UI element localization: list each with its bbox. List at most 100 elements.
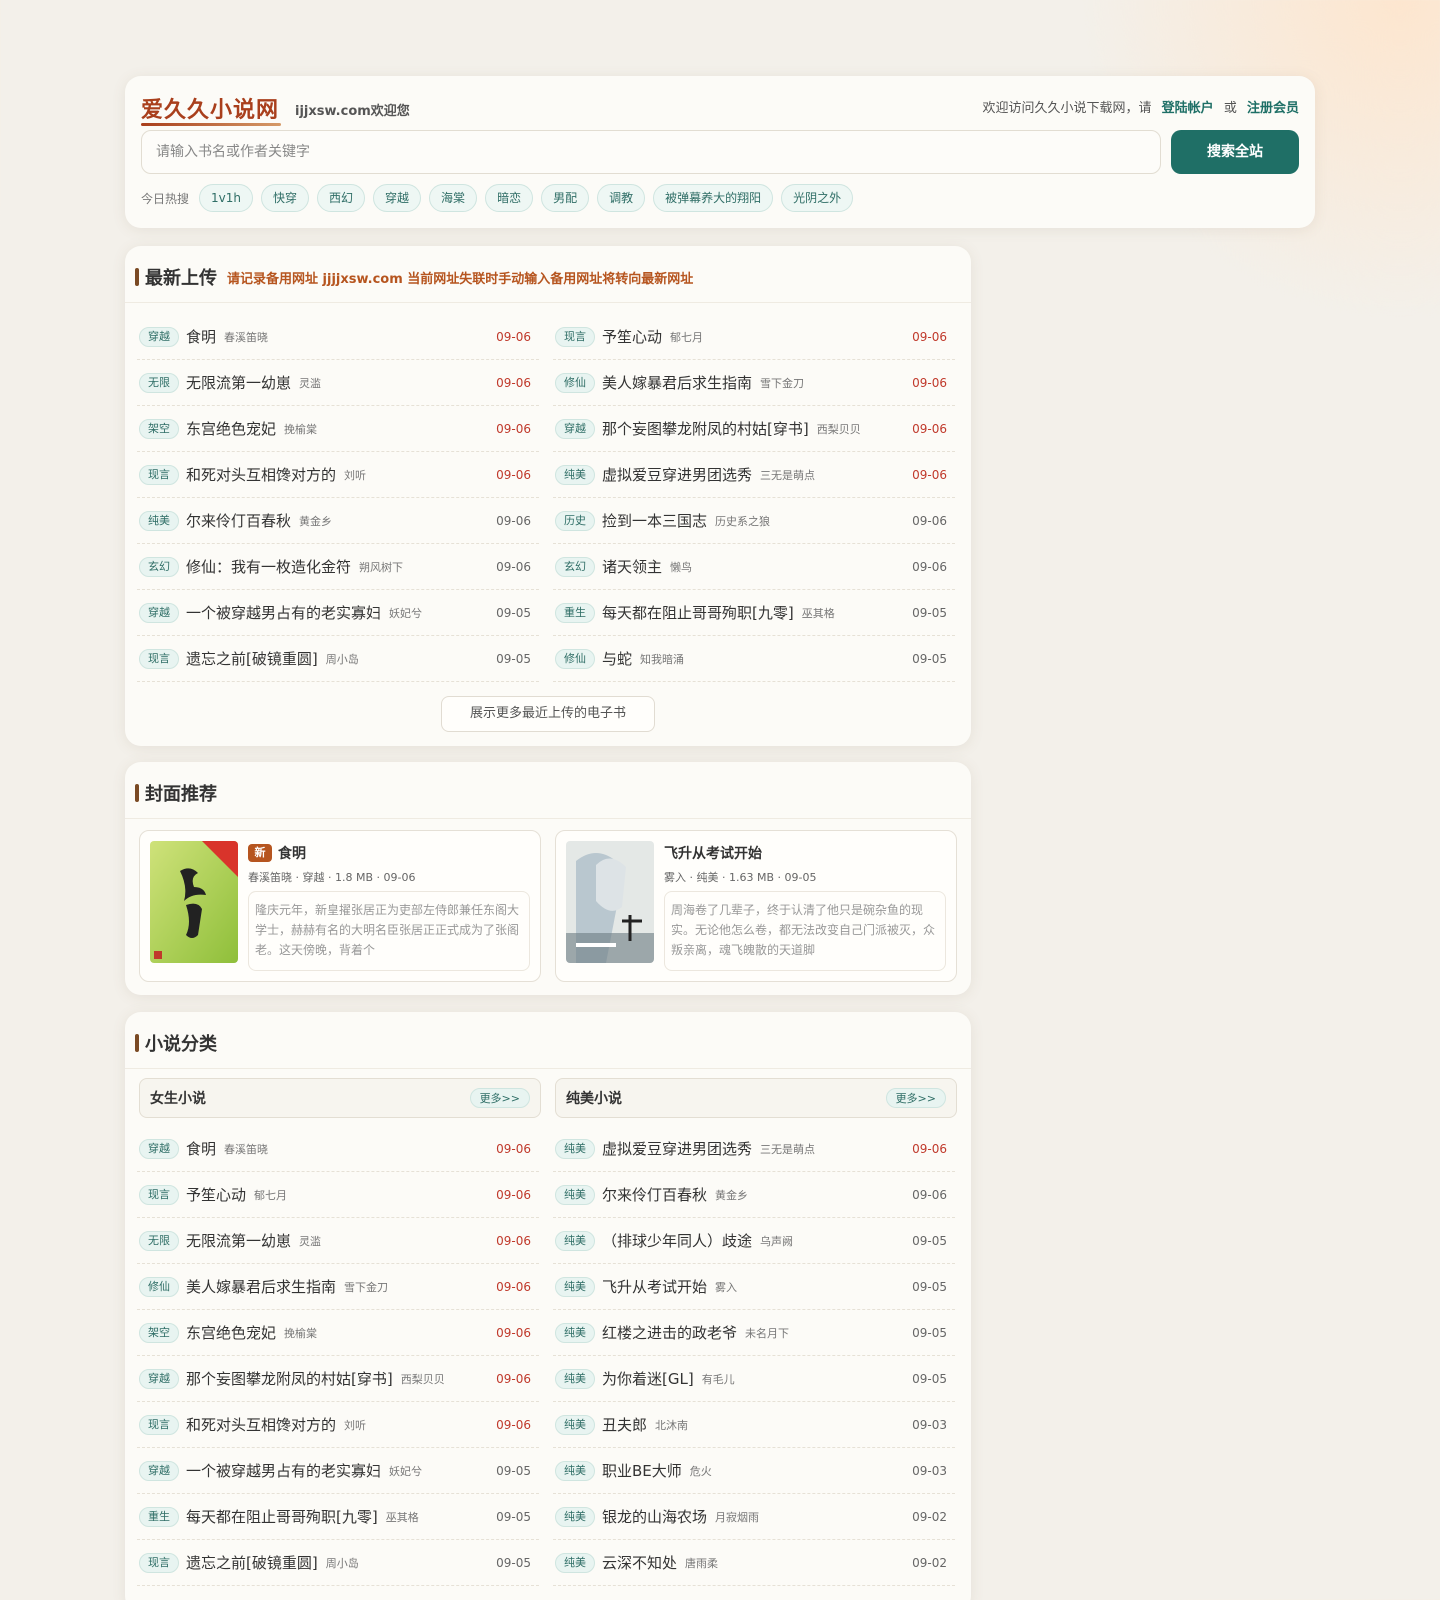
book-title-link[interactable]: 捡到一本三国志	[602, 510, 707, 531]
book-author[interactable]: 黄金乡	[715, 1187, 748, 1203]
genre-tag[interactable]: 穿越	[139, 602, 179, 623]
book-row[interactable]: 现言 和死对头互相馋对方的 刘听 09-06	[137, 452, 539, 498]
book-author[interactable]: 挽榆棠	[284, 421, 317, 437]
genre-tag[interactable]: 纯美	[555, 1230, 595, 1251]
login-link[interactable]: 登陆帐户	[1162, 101, 1214, 116]
book-row[interactable]: 现言 遗忘之前[破镜重圆] 周小岛 09-05	[137, 636, 539, 682]
book-row[interactable]: 纯美 飞升从考试开始 雾入 09-05	[553, 1264, 955, 1310]
search-button[interactable]: 搜索全站	[1171, 130, 1299, 174]
book-row[interactable]: 纯美 尔来伶仃百春秋 黄金乡 09-06	[137, 498, 539, 544]
book-title-link[interactable]: 诸天领主	[602, 556, 662, 577]
genre-tag[interactable]: 穿越	[139, 1368, 179, 1389]
book-title-link[interactable]: 无限流第一幼崽	[186, 1230, 291, 1251]
book-cover-image[interactable]	[150, 841, 238, 963]
genre-tag[interactable]: 架空	[139, 418, 179, 439]
book-row[interactable]: 现言 和死对头互相馋对方的 刘听 09-06	[137, 1402, 539, 1448]
book-author[interactable]: 懒鸟	[670, 559, 692, 575]
book-row[interactable]: 纯美 职业BE大师 危火 09-03	[553, 1448, 955, 1494]
book-author[interactable]: 唐雨柔	[685, 1555, 718, 1571]
hot-search-tag[interactable]: 1v1h	[199, 184, 253, 212]
genre-tag[interactable]: 玄幻	[555, 556, 595, 577]
book-row[interactable]: 架空 东宫绝色宠妃 挽榆棠 09-06	[137, 406, 539, 452]
genre-tag[interactable]: 纯美	[555, 1368, 595, 1389]
genre-tag[interactable]: 无限	[139, 1230, 179, 1251]
genre-tag[interactable]: 现言	[139, 648, 179, 669]
book-author[interactable]: 周小岛	[326, 651, 359, 667]
genre-tag[interactable]: 重生	[555, 602, 595, 623]
book-author[interactable]: 灵滥	[299, 375, 321, 391]
book-row[interactable]: 纯美 银龙的山海农场 月寂烟雨 09-02	[553, 1494, 955, 1540]
book-title-link[interactable]: 飞升从考试开始	[602, 1276, 707, 1297]
book-author[interactable]: 妖妃兮	[389, 1463, 422, 1479]
book-author[interactable]: 刘听	[344, 1417, 366, 1433]
book-author[interactable]: 知我暗涌	[640, 651, 684, 667]
book-row[interactable]: 重生 每天都在阻止哥哥殉职[九零] 巫其格 09-05	[137, 1494, 539, 1540]
book-title-link[interactable]: 那个妄图攀龙附凤的村姑[穿书]	[602, 418, 809, 439]
genre-tag[interactable]: 纯美	[555, 1506, 595, 1527]
book-author[interactable]: 雪下金刀	[760, 375, 804, 391]
book-author[interactable]: 月寂烟雨	[715, 1509, 759, 1525]
hot-search-tag[interactable]: 暗恋	[485, 184, 534, 212]
genre-tag[interactable]: 现言	[555, 326, 595, 347]
book-title-link[interactable]: 一个被穿越男占有的老实寡妇	[186, 602, 381, 623]
cover-card[interactable]: 新 食明 春溪笛晓 · 穿越 · 1.8 MB · 09-06 隆庆元年，新皇擢…	[139, 830, 541, 982]
hot-search-tag[interactable]: 穿越	[373, 184, 422, 212]
hot-search-tag[interactable]: 快穿	[261, 184, 310, 212]
book-author[interactable]: 西梨贝贝	[401, 1371, 445, 1387]
book-author[interactable]: 有毛儿	[702, 1371, 735, 1387]
book-title-link[interactable]: 每天都在阻止哥哥殉职[九零]	[602, 602, 794, 623]
genre-tag[interactable]: 纯美	[555, 1414, 595, 1435]
book-title-link[interactable]: 予笙心动	[602, 326, 662, 347]
book-author[interactable]: 北沐南	[655, 1417, 688, 1433]
book-row[interactable]: 玄幻 诸天领主 懒鸟 09-06	[553, 544, 955, 590]
hot-search-tag[interactable]: 西幻	[317, 184, 366, 212]
genre-tag[interactable]: 穿越	[139, 1138, 179, 1159]
book-title-link[interactable]: 丑夫郎	[602, 1414, 647, 1435]
cover-book-title[interactable]: 飞升从考试开始	[664, 843, 762, 863]
book-row[interactable]: 纯美 （排球少年同人）歧途 乌声阙 09-05	[553, 1218, 955, 1264]
book-row[interactable]: 纯美 尔来伶仃百春秋 黄金乡 09-06	[553, 1172, 955, 1218]
genre-tag[interactable]: 历史	[555, 510, 595, 531]
book-author[interactable]: 郁七月	[670, 329, 703, 345]
genre-tag[interactable]: 修仙	[555, 648, 595, 669]
genre-tag[interactable]: 纯美	[555, 1276, 595, 1297]
genre-tag[interactable]: 重生	[139, 1506, 179, 1527]
book-title-link[interactable]: 和死对头互相馋对方的	[186, 464, 336, 485]
book-row[interactable]: 历史 捡到一本三国志 历史系之狼 09-06	[553, 498, 955, 544]
book-title-link[interactable]: 食明	[186, 1138, 216, 1159]
genre-tag[interactable]: 纯美	[555, 1552, 595, 1573]
book-title-link[interactable]: 尔来伶仃百春秋	[602, 1184, 707, 1205]
book-title-link[interactable]: 东宫绝色宠妃	[186, 1322, 276, 1343]
hot-search-tag[interactable]: 男配	[541, 184, 590, 212]
book-author[interactable]: 巫其格	[802, 605, 835, 621]
genre-tag[interactable]: 无限	[139, 372, 179, 393]
book-row[interactable]: 纯美 虚拟爱豆穿进男团选秀 三无是萌点 09-06	[553, 452, 955, 498]
book-author[interactable]: 春溪笛晓	[224, 329, 268, 345]
book-row[interactable]: 穿越 一个被穿越男占有的老实寡妇 妖妃兮 09-05	[137, 1448, 539, 1494]
book-title-link[interactable]: 无限流第一幼崽	[186, 372, 291, 393]
book-row[interactable]: 玄幻 修仙：我有一枚造化金符 朔风树下 09-06	[137, 544, 539, 590]
cover-title-text[interactable]: 食明	[278, 843, 306, 863]
book-author[interactable]: 灵滥	[299, 1233, 321, 1249]
book-row[interactable]: 纯美 虚拟爱豆穿进男团选秀 三无是萌点 09-06	[553, 1126, 955, 1172]
book-author[interactable]: 郁七月	[254, 1187, 287, 1203]
genre-tag[interactable]: 纯美	[555, 1460, 595, 1481]
show-more-button[interactable]: 展示更多最近上传的电子书	[441, 696, 655, 732]
book-row[interactable]: 穿越 一个被穿越男占有的老实寡妇 妖妃兮 09-05	[137, 590, 539, 636]
cover-title-text[interactable]: 飞升从考试开始	[664, 843, 762, 863]
book-title-link[interactable]: 那个妄图攀龙附凤的村姑[穿书]	[186, 1368, 393, 1389]
genre-tag[interactable]: 修仙	[555, 372, 595, 393]
genre-tag[interactable]: 修仙	[139, 1276, 179, 1297]
book-title-link[interactable]: （排球少年同人）歧途	[602, 1230, 752, 1251]
genre-tag[interactable]: 现言	[139, 1414, 179, 1435]
hot-search-tag[interactable]: 调教	[597, 184, 646, 212]
book-author[interactable]: 三无是萌点	[760, 1141, 815, 1157]
book-title-link[interactable]: 修仙：我有一枚造化金符	[186, 556, 351, 577]
book-title-link[interactable]: 每天都在阻止哥哥殉职[九零]	[186, 1506, 378, 1527]
book-cover-image[interactable]	[566, 841, 654, 963]
genre-tag[interactable]: 纯美	[555, 464, 595, 485]
book-author[interactable]: 历史系之狼	[715, 513, 770, 529]
book-title-link[interactable]: 银龙的山海农场	[602, 1506, 707, 1527]
book-row[interactable]: 修仙 与蛇 知我暗涌 09-05	[553, 636, 955, 682]
genre-tag[interactable]: 现言	[139, 464, 179, 485]
